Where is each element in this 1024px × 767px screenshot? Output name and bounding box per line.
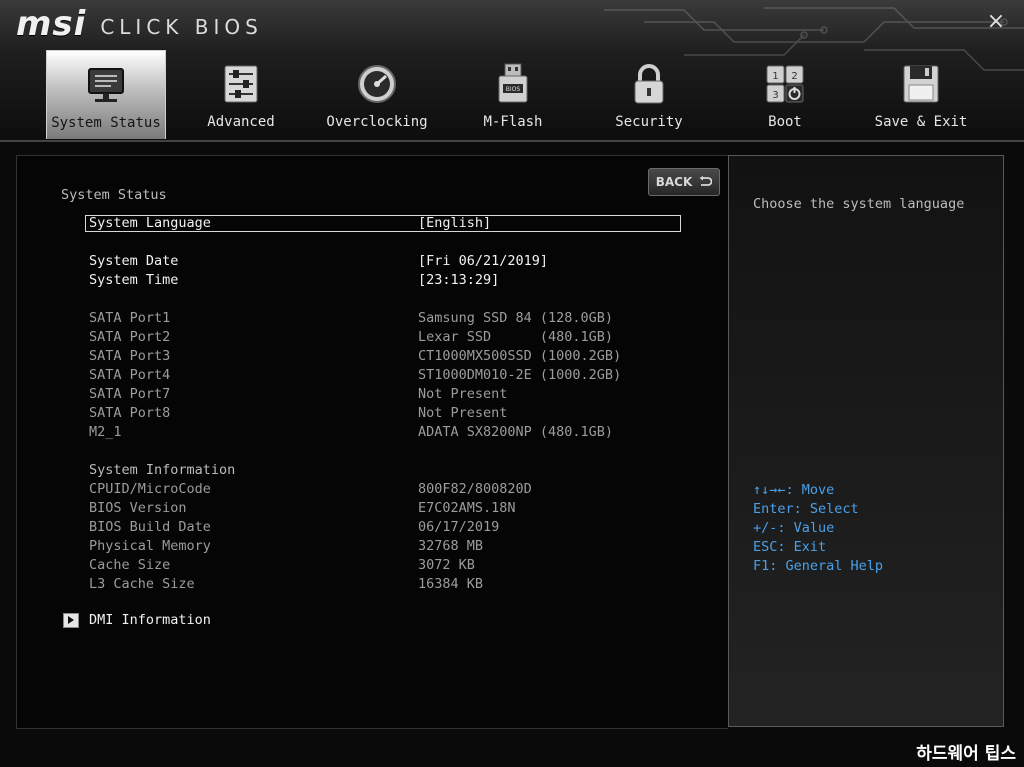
- device-value: CT1000MX500SSD (1000.2GB): [418, 348, 622, 364]
- device-value: Not Present: [418, 386, 508, 402]
- tab-label: Overclocking: [326, 114, 428, 130]
- svg-text:3: 3: [772, 90, 778, 101]
- svg-text:BIOS: BIOS: [506, 86, 521, 93]
- back-arrow-icon: [699, 176, 713, 186]
- info-value: 32768 MB: [418, 538, 484, 554]
- gauge-icon: [355, 62, 399, 106]
- port-label: SATA Port4: [89, 367, 171, 383]
- back-button[interactable]: BACK: [648, 168, 720, 196]
- back-label: BACK: [655, 175, 693, 189]
- monitor-icon: [84, 63, 128, 107]
- info-value: 3072 KB: [418, 557, 475, 573]
- tab-save-exit[interactable]: Save & Exit: [862, 50, 980, 138]
- page-title: System Status: [61, 187, 167, 203]
- info-value: E7C02AMS.18N: [418, 500, 516, 516]
- tab-advanced[interactable]: Advanced: [182, 50, 300, 138]
- device-value: Not Present: [418, 405, 508, 421]
- port-label: SATA Port2: [89, 329, 171, 345]
- submenu-arrow-icon: [63, 612, 79, 628]
- setting-label: System Date: [89, 253, 179, 269]
- info-row: L3 Cache Size 16384 KB: [89, 576, 483, 640]
- tab-label: Security: [615, 114, 683, 130]
- msi-logo-text: msi: [16, 4, 87, 44]
- key-hint-help: F1: General Help: [753, 558, 884, 574]
- setting-value: [English]: [418, 215, 492, 231]
- close-icon[interactable]: ×: [986, 11, 1006, 33]
- info-value: 800F82/800820D: [418, 481, 532, 497]
- floppy-icon: [899, 62, 943, 106]
- key-hint-select: Enter: Select: [753, 501, 859, 517]
- tab-label: System Status: [51, 115, 161, 131]
- dmi-label: DMI Information: [89, 612, 211, 628]
- main-tabs: System Status Advanced Overclocking BIOS…: [44, 50, 984, 140]
- key-hint-move: ↑↓→←: Move: [753, 482, 835, 498]
- key-hint-exit: ESC: Exit: [753, 539, 827, 555]
- info-label: CPUID/MicroCode: [89, 481, 211, 497]
- port-label: SATA Port8: [89, 405, 171, 421]
- key-hints: ↑↓→←: Move Enter: Select +/-: Value ESC:…: [753, 481, 883, 576]
- device-value: Samsung SSD 84 (128.0GB): [418, 310, 614, 326]
- setting-value: [Fri 06/21/2019]: [418, 253, 549, 269]
- header-bar: msi CLICK BIOS × System Status Advanced …: [0, 0, 1024, 142]
- tab-label: Boot: [768, 114, 802, 130]
- help-description: Choose the system language: [753, 196, 965, 212]
- tab-label: M-Flash: [483, 114, 543, 130]
- device-value: Lexar SSD (480.1GB): [418, 329, 614, 345]
- click-bios-text: CLICK BIOS: [100, 15, 263, 39]
- info-label: BIOS Version: [89, 500, 187, 516]
- power-boot-icon: 1 2 3: [763, 62, 807, 106]
- device-value: ST1000DM010-2E (1000.2GB): [418, 367, 622, 383]
- info-value: 16384 KB: [418, 576, 484, 592]
- setting-label: System Language: [89, 215, 211, 231]
- sliders-icon: [219, 62, 263, 106]
- tab-m-flash[interactable]: BIOS M-Flash: [454, 50, 572, 138]
- dmi-information-item[interactable]: DMI Information: [63, 612, 211, 628]
- device-value: ADATA SX8200NP (480.1GB): [418, 424, 614, 440]
- svg-text:1: 1: [772, 71, 778, 82]
- lock-icon: [627, 62, 671, 106]
- info-label: L3 Cache Size: [89, 576, 195, 592]
- usb-bios-icon: BIOS: [491, 62, 535, 106]
- storage-row: M2_1 ADATA SX8200NP (480.1GB): [89, 424, 613, 488]
- setting-value: [23:13:29]: [418, 272, 500, 288]
- tab-security[interactable]: Security: [590, 50, 708, 138]
- info-label: Physical Memory: [89, 538, 211, 554]
- port-label: SATA Port3: [89, 348, 171, 364]
- svg-text:2: 2: [791, 71, 797, 82]
- msi-click-bios-logo: msi CLICK BIOS: [16, 4, 263, 44]
- help-panel: Choose the system language ↑↓→←: Move En…: [728, 155, 1004, 727]
- tab-overclocking[interactable]: Overclocking: [318, 50, 436, 138]
- port-label: SATA Port7: [89, 386, 171, 402]
- port-label: M2_1: [89, 424, 122, 440]
- main-settings-panel: BACK System Status System Language [Engl…: [16, 155, 728, 729]
- tab-boot[interactable]: 1 2 3 Boot: [726, 50, 844, 138]
- info-value: 06/17/2019: [418, 519, 500, 535]
- tab-label: Save & Exit: [874, 114, 968, 130]
- key-hint-value: +/-: Value: [753, 520, 835, 536]
- port-label: SATA Port1: [89, 310, 171, 326]
- watermark-text: 하드웨어 팁스: [916, 744, 1016, 764]
- info-label: BIOS Build Date: [89, 519, 211, 535]
- system-information-heading: System Information: [89, 462, 236, 478]
- info-label: Cache Size: [89, 557, 171, 573]
- tab-label: Advanced: [207, 114, 275, 130]
- setting-label: System Time: [89, 272, 179, 288]
- tab-system-status[interactable]: System Status: [46, 50, 166, 139]
